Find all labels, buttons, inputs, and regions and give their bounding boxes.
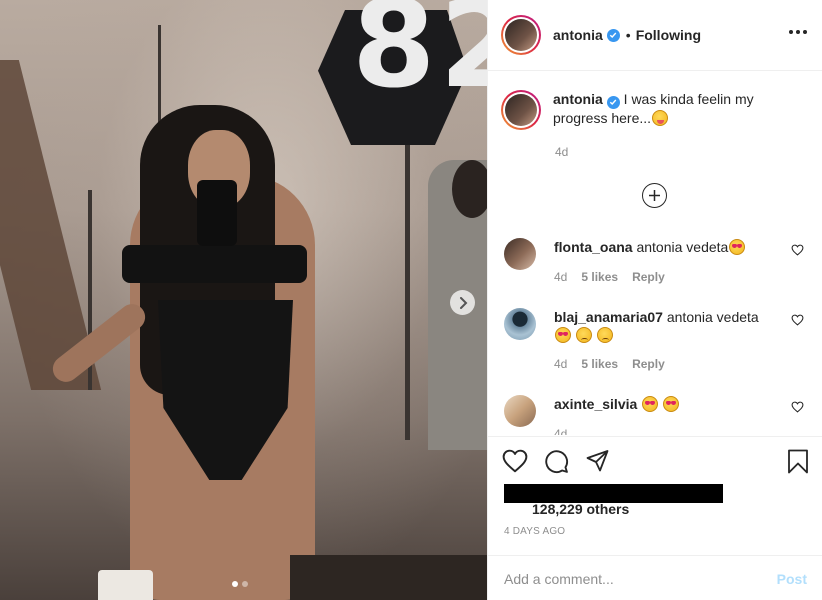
table-cup [98, 570, 153, 600]
post-caption: antonia I was kinda feelin my progress h… [501, 90, 811, 159]
heart-icon[interactable] [791, 314, 804, 326]
pleading-face-emoji [596, 327, 613, 343]
pleading-face-emoji [575, 327, 592, 343]
reply-button[interactable]: Reply [632, 270, 665, 284]
comment-list[interactable]: flonta_oana antonia vedeta 4d 5 likes Re… [488, 230, 822, 435]
comment-input[interactable] [504, 570, 777, 587]
caption-text-block: antonia I was kinda feelin my progress h… [553, 90, 783, 130]
comment-meta: 4d [554, 427, 567, 435]
post-actions: 128,229 others 4 DAYS AGO Post [488, 436, 822, 600]
background-person-head [452, 160, 487, 218]
heart-icon [502, 449, 528, 473]
following-button[interactable]: Following [636, 27, 701, 43]
comment-username[interactable]: blaj_anamaria07 [554, 309, 663, 325]
comment-composer: Post [488, 555, 822, 600]
share-icon [586, 450, 609, 472]
avatar[interactable] [505, 94, 537, 126]
subject-phone [197, 180, 237, 246]
header-separator: • [625, 27, 631, 43]
comment-meta: 4d 5 likes Reply [554, 357, 665, 371]
comment-emoji-row [554, 326, 774, 344]
heart-icon[interactable] [791, 244, 804, 256]
story-ring[interactable] [501, 90, 541, 130]
zany-face-emoji [652, 109, 669, 126]
comment-meta: 4d 5 likes Reply [554, 270, 665, 284]
avatar[interactable] [504, 238, 536, 270]
comment-username[interactable]: axinte_silvia [554, 396, 637, 412]
post-timestamp[interactable]: 4 DAYS AGO [504, 526, 565, 537]
heart-eyes-emoji [642, 396, 659, 412]
comment-body: axinte_silvia [554, 395, 774, 413]
comment-text: antonia vedeta [636, 239, 729, 255]
post-header: antonia • Following [488, 0, 822, 71]
avatar[interactable] [504, 395, 536, 427]
reply-button[interactable]: Reply [632, 357, 665, 371]
subject-top [122, 245, 307, 283]
comment-button[interactable] [544, 449, 569, 474]
comment-likes[interactable]: 5 likes [581, 270, 618, 284]
caption-username[interactable]: antonia [553, 91, 603, 107]
carousel-dot [232, 581, 238, 587]
comment-likes[interactable]: 5 likes [581, 357, 618, 371]
add-circle-icon [649, 190, 660, 201]
post-panel: antonia • Following antonia I was kinda … [487, 0, 822, 600]
verified-badge-icon [606, 28, 620, 42]
carousel-indicator [232, 581, 248, 587]
likes-count[interactable]: 128,229 others [532, 501, 629, 517]
header-username[interactable]: antonia [553, 27, 603, 43]
light-stand [405, 120, 410, 440]
story-ring[interactable] [501, 15, 541, 55]
chevron-right-icon [459, 296, 467, 309]
caption-timestamp[interactable]: 4d [555, 145, 568, 159]
heart-eyes-emoji [663, 396, 680, 412]
more-options-icon[interactable] [789, 26, 807, 38]
comment-icon [545, 450, 568, 473]
makeup-table [290, 555, 487, 600]
comment-body: flonta_oana antonia vedeta [554, 238, 774, 256]
comment-timestamp[interactable]: 4d [554, 270, 567, 284]
heart-icon[interactable] [791, 401, 804, 413]
share-button[interactable] [585, 449, 610, 474]
avatar[interactable] [504, 308, 536, 340]
comment-timestamp[interactable]: 4d [554, 357, 567, 371]
verified-badge-icon [606, 95, 620, 109]
carousel-dot [242, 581, 248, 587]
load-more-comments-button[interactable] [642, 183, 667, 208]
comment-timestamp[interactable]: 4d [554, 427, 567, 435]
save-button[interactable] [787, 449, 809, 477]
carousel-next-button[interactable] [450, 290, 475, 315]
heart-eyes-emoji [729, 239, 746, 255]
heart-eyes-emoji [555, 327, 571, 343]
save-bookmark-icon [788, 449, 808, 474]
comment-body: blaj_anamaria07 antonia vedeta [554, 308, 774, 344]
post-media[interactable]: 82 [0, 0, 487, 600]
comment-username[interactable]: flonta_oana [554, 239, 633, 255]
post-comment-button[interactable]: Post [777, 571, 807, 587]
comment-text: antonia vedeta [666, 309, 759, 325]
background-number: 82 [352, 0, 487, 115]
like-button[interactable] [502, 449, 528, 474]
avatar[interactable] [505, 19, 537, 51]
